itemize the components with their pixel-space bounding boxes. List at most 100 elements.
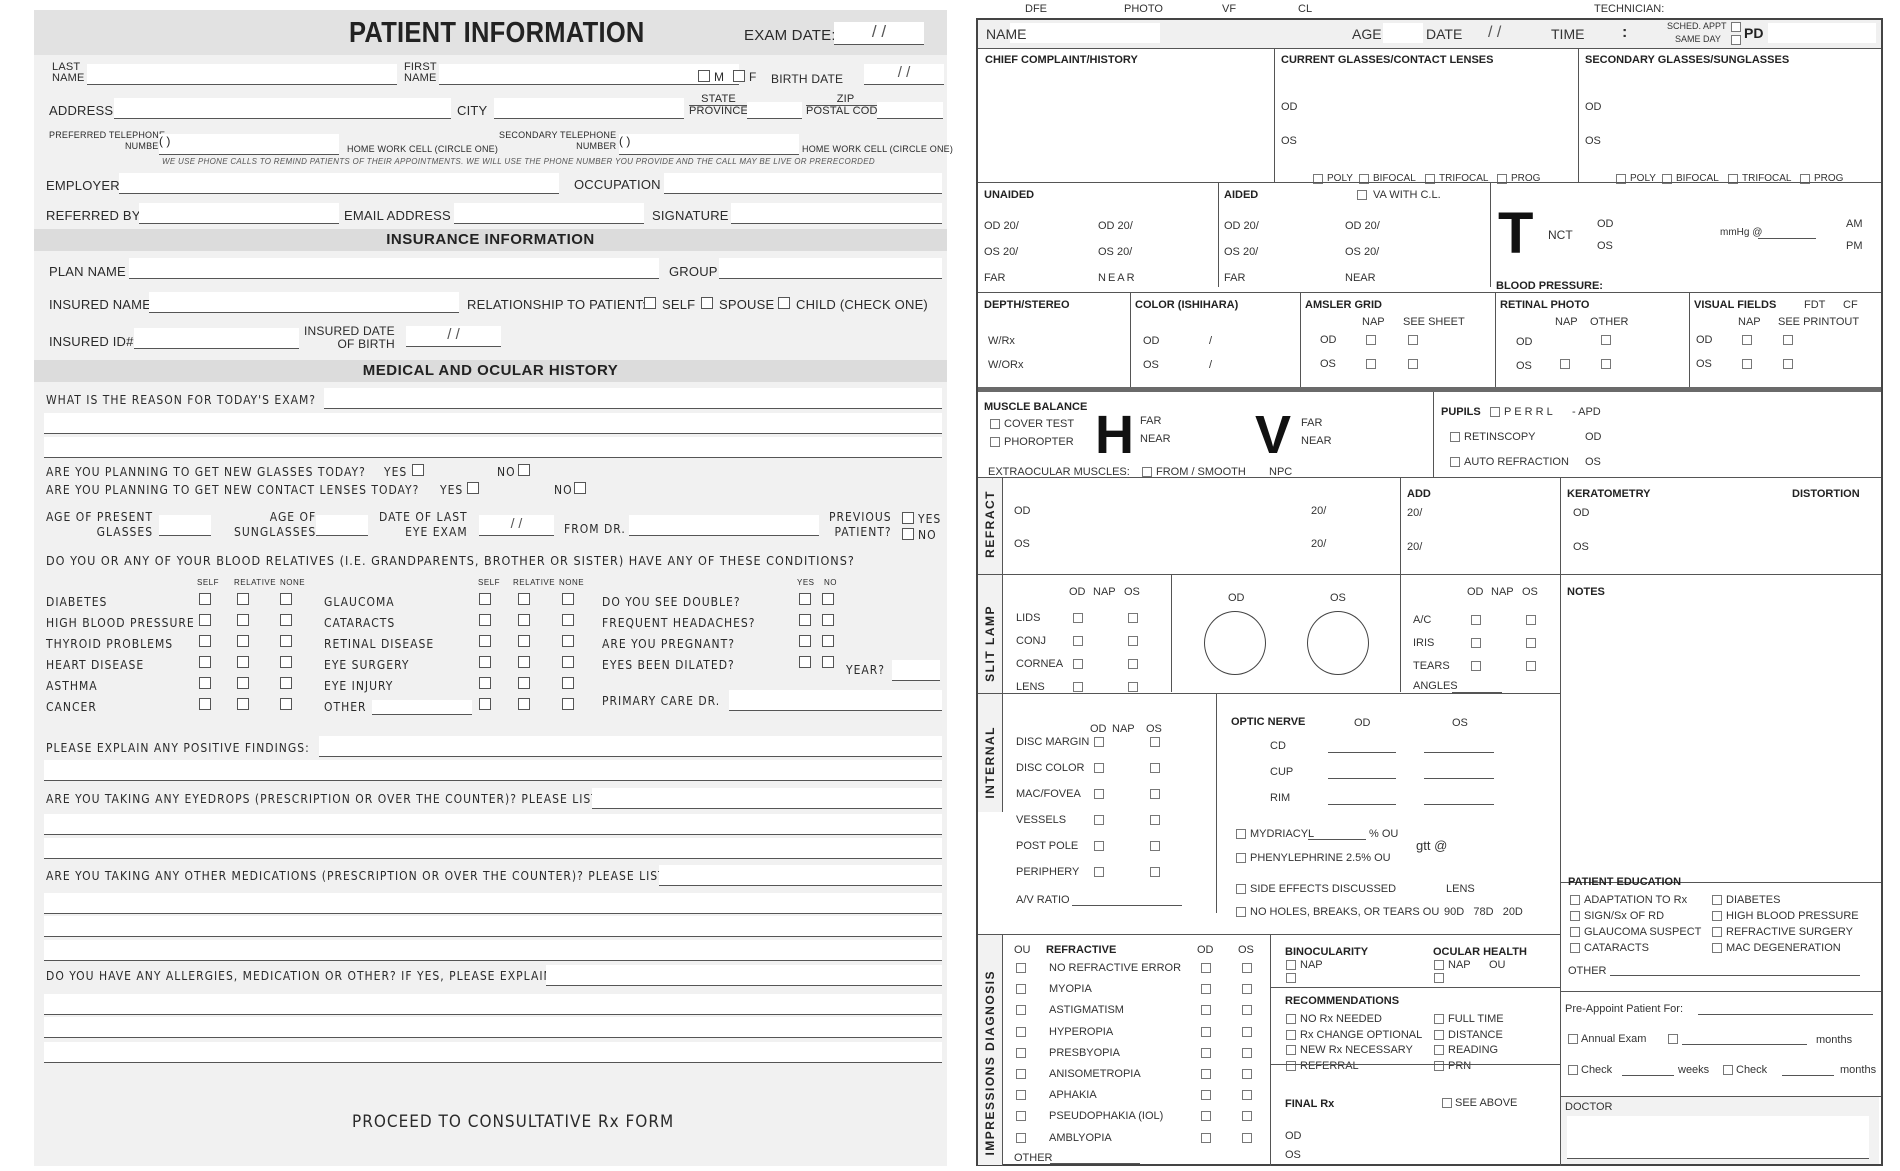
ocular-health-other-checkbox[interactable]	[1434, 973, 1444, 983]
none-checkbox[interactable]	[280, 677, 292, 689]
slit-od-checkbox[interactable]	[1073, 659, 1083, 669]
refractive-os-checkbox[interactable]	[1242, 963, 1252, 973]
amsler-od-see-sheet-checkbox[interactable]	[1408, 335, 1418, 345]
yes-checkbox[interactable]	[799, 656, 811, 668]
slit-od-checkbox[interactable]	[1471, 638, 1481, 648]
none-checkbox[interactable]	[562, 677, 574, 689]
refractive-ou-checkbox[interactable]	[1016, 1111, 1026, 1122]
chief-complaint-field[interactable]	[982, 68, 1270, 178]
relative-checkbox[interactable]	[237, 635, 249, 647]
annual-exam-checkbox[interactable]	[1568, 1034, 1578, 1044]
slit-os-checkbox[interactable]	[1128, 636, 1138, 646]
slit-od-checkbox[interactable]	[1073, 636, 1083, 646]
none-checkbox[interactable]	[280, 656, 292, 668]
slit-os-checkbox[interactable]	[1128, 659, 1138, 669]
refractive-ou-checkbox[interactable]	[1016, 1047, 1026, 1058]
refractive-os-checkbox[interactable]	[1242, 1047, 1252, 1058]
primary-care-field[interactable]	[729, 690, 942, 711]
internal-od-checkbox[interactable]	[1094, 867, 1104, 877]
eyedrops-line-2[interactable]	[44, 814, 942, 835]
allergies-line-4[interactable]	[44, 1042, 942, 1063]
vf-os-nap-checkbox[interactable]	[1742, 359, 1752, 369]
birth-date-field[interactable]: / /	[864, 64, 944, 85]
plan-name-field[interactable]	[129, 258, 659, 279]
city-field[interactable]	[494, 98, 684, 119]
new-glasses-yes-checkbox[interactable]	[412, 464, 424, 476]
self-checkbox[interactable]	[479, 677, 491, 689]
refractive-os-checkbox[interactable]	[1242, 1090, 1252, 1101]
self-checkbox[interactable]	[199, 698, 211, 710]
recommendation-checkbox[interactable]	[1286, 1045, 1296, 1055]
from-dr-field[interactable]	[629, 515, 819, 536]
insured-id-field[interactable]	[134, 328, 299, 349]
relative-checkbox[interactable]	[518, 593, 530, 605]
internal-od-checkbox[interactable]	[1094, 763, 1104, 773]
amsler-od-nap-checkbox[interactable]	[1366, 335, 1376, 345]
age-sunglasses-field[interactable]	[316, 515, 368, 536]
internal-os-checkbox[interactable]	[1150, 841, 1160, 851]
none-checkbox[interactable]	[562, 656, 574, 668]
refractive-ou-checkbox[interactable]	[1016, 963, 1026, 973]
last-exam-field[interactable]: / /	[479, 515, 554, 536]
recommendation-checkbox[interactable]	[1286, 1060, 1296, 1071]
cover-test-checkbox[interactable]	[990, 419, 1000, 429]
medications-line-3[interactable]	[44, 916, 942, 937]
os-eye-diagram[interactable]	[1307, 611, 1369, 675]
internal-os-checkbox[interactable]	[1150, 737, 1160, 747]
yes-checkbox[interactable]	[799, 614, 811, 626]
relative-checkbox[interactable]	[237, 677, 249, 689]
first-name-field[interactable]	[439, 64, 739, 85]
reason-field[interactable]	[324, 388, 942, 409]
self-checkbox[interactable]	[479, 635, 491, 647]
relationship-self-checkbox[interactable]	[644, 297, 656, 309]
optic-od-field[interactable]	[1328, 752, 1396, 753]
perrl-checkbox[interactable]	[1490, 407, 1500, 417]
slit-os-checkbox[interactable]	[1128, 682, 1138, 692]
education-checkbox[interactable]	[1712, 911, 1722, 921]
notes-field[interactable]	[1568, 602, 1873, 882]
refractive-os-checkbox[interactable]	[1242, 1026, 1252, 1037]
insured-dob-field[interactable]: / /	[406, 326, 501, 347]
none-checkbox[interactable]	[562, 635, 574, 647]
check-weeks-field[interactable]	[1622, 1075, 1674, 1076]
refractive-ou-checkbox[interactable]	[1016, 1069, 1026, 1079]
date-field[interactable]: / /	[1488, 24, 1501, 42]
see-above-checkbox[interactable]	[1442, 1098, 1452, 1108]
recommendation-checkbox[interactable]	[1434, 1060, 1444, 1071]
internal-os-checkbox[interactable]	[1150, 763, 1160, 773]
amsler-os-nap-checkbox[interactable]	[1366, 359, 1376, 369]
relative-checkbox[interactable]	[237, 614, 249, 626]
occupation-field[interactable]	[664, 173, 942, 194]
self-checkbox[interactable]	[199, 656, 211, 668]
none-checkbox[interactable]	[280, 698, 292, 710]
last-name-field[interactable]	[87, 64, 397, 85]
av-ratio-field[interactable]	[1072, 905, 1182, 906]
slit-os-checkbox[interactable]	[1526, 638, 1536, 648]
mmhg-time-field[interactable]	[1758, 238, 1816, 239]
phenylephrine-checkbox[interactable]	[1236, 853, 1246, 863]
relative-checkbox[interactable]	[518, 698, 530, 710]
preferred-phone-field[interactable]: ( )	[159, 134, 339, 155]
mydriacyl-checkbox[interactable]	[1236, 829, 1246, 839]
no-holes-checkbox[interactable]	[1236, 907, 1246, 917]
retinal-od-other-checkbox[interactable]	[1601, 335, 1611, 345]
new-contacts-yes-checkbox[interactable]	[467, 482, 479, 494]
relative-checkbox[interactable]	[518, 677, 530, 689]
no-checkbox[interactable]	[822, 656, 834, 668]
dilated-year-field[interactable]	[892, 660, 940, 681]
relative-checkbox[interactable]	[518, 614, 530, 626]
self-checkbox[interactable]	[199, 677, 211, 689]
yes-checkbox[interactable]	[799, 593, 811, 605]
ocular-health-nap-checkbox[interactable]	[1434, 960, 1444, 970]
sex-m-checkbox[interactable]	[698, 70, 710, 82]
binocularity-other-checkbox[interactable]	[1286, 973, 1296, 983]
allergies-line-3[interactable]	[44, 1017, 942, 1038]
internal-od-checkbox[interactable]	[1094, 815, 1104, 825]
refractive-ou-checkbox[interactable]	[1016, 1026, 1026, 1037]
auto-refraction-checkbox[interactable]	[1450, 457, 1460, 467]
other-condition-field[interactable]	[372, 700, 472, 715]
internal-os-checkbox[interactable]	[1150, 815, 1160, 825]
refractive-od-checkbox[interactable]	[1201, 963, 1211, 973]
education-checkbox[interactable]	[1712, 895, 1722, 905]
custom-months-checkbox[interactable]	[1668, 1034, 1678, 1044]
